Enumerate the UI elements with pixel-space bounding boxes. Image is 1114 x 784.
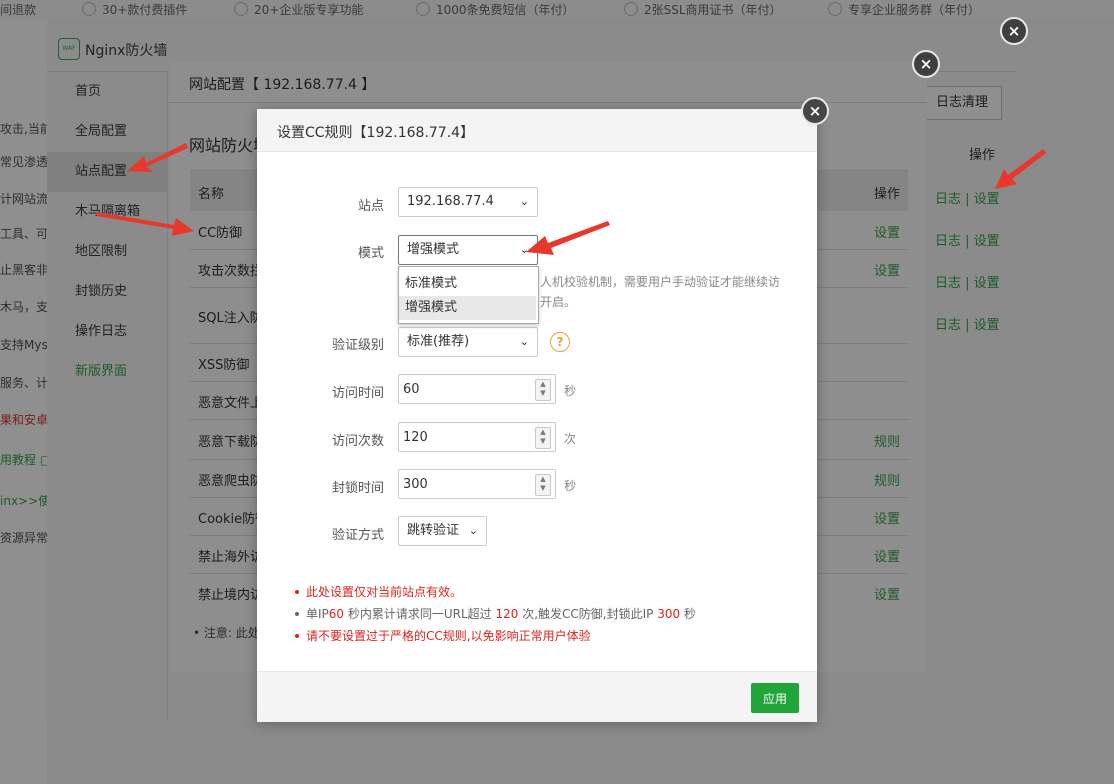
row-op-link[interactable]: 规则 bbox=[874, 431, 900, 450]
bg-text: 支持Mysq bbox=[0, 338, 47, 352]
mode-select[interactable]: 增强模式 ⌄ bbox=[398, 235, 538, 265]
nav-trojan-quarantine[interactable]: 木马隔离箱 bbox=[47, 192, 167, 232]
chevron-down-icon: ⌄ bbox=[519, 243, 529, 256]
bg-link[interactable]: 用教程 ▢ bbox=[0, 451, 47, 468]
promo-item: 专享企业服务群（年付） bbox=[828, 1, 980, 18]
close-site-config-button[interactable]: × bbox=[912, 50, 940, 78]
diamond-icon bbox=[234, 2, 248, 16]
waf-logo-icon: WAF bbox=[58, 38, 80, 60]
service-icon bbox=[828, 2, 842, 16]
row-actions[interactable]: 日志 | 设置 bbox=[935, 314, 1000, 333]
mode-description: 开启。 bbox=[540, 295, 577, 309]
bg-text: 服务、计划 bbox=[0, 376, 47, 390]
col-name: 名称 bbox=[198, 187, 225, 202]
verify-label: 验证方式 bbox=[331, 528, 384, 543]
visit-count-unit: 次 bbox=[564, 432, 577, 446]
bg-text: 止黑客非法 bbox=[0, 263, 47, 277]
nav-home[interactable]: 首页 bbox=[47, 72, 167, 112]
chevron-down-icon: ⌄ bbox=[468, 524, 478, 537]
site-config-title: 网站配置【 192.168.77.4 】 bbox=[189, 77, 376, 93]
row-actions[interactable]: 日志 | 设置 bbox=[935, 230, 1000, 249]
block-time-unit: 秒 bbox=[564, 479, 577, 493]
close-firewall-button[interactable]: × bbox=[1000, 17, 1028, 45]
site-label: 站点 bbox=[357, 199, 384, 214]
promo-item: 间退款 bbox=[0, 3, 37, 17]
stepper-icon[interactable]: ▲ ▼ bbox=[535, 379, 551, 401]
site-config-note: • 注意: 此处 bbox=[193, 626, 260, 640]
row-op-link[interactable]: 设置 bbox=[874, 260, 900, 279]
nav-block-history[interactable]: 封锁历史 bbox=[47, 272, 167, 312]
note-line: 此处设置仅对当前站点有效。 bbox=[295, 581, 462, 603]
visit-count-field[interactable]: ▲▼ bbox=[398, 422, 556, 452]
bg-text: 果和安卓端 bbox=[0, 413, 47, 427]
visit-time-field[interactable]: ▲▼ bbox=[398, 374, 556, 404]
bg-text: 资源异常并 bbox=[0, 531, 47, 545]
firewall-sidebar: 首页 全局配置 站点配置 木马隔离箱 地区限制 封锁历史 操作日志 新版界面 bbox=[47, 72, 168, 720]
row-op-link[interactable]: 设置 bbox=[874, 584, 900, 603]
block-time-input[interactable] bbox=[399, 470, 533, 498]
op-header: 操作 bbox=[969, 148, 996, 163]
background-page: 攻击,当前 常见渗透攻 计网站流量 工具、可 止黑客非法 木马，支持 支持Mys… bbox=[0, 20, 47, 784]
cc-modal-header: 设置CC规则【192.168.77.4】 bbox=[257, 109, 817, 152]
promo-item: 2张SSL商用证书（年付） bbox=[624, 1, 782, 18]
promo-item: 1000条免费短信（年付） bbox=[416, 1, 575, 18]
ssl-icon bbox=[624, 2, 638, 16]
bg-text: 木马，支持 bbox=[0, 300, 47, 314]
note-line: 单IP60 秒内累计请求同一URL超过 120 次,触发CC防御,封锁此IP 3… bbox=[295, 603, 696, 625]
mode-label: 模式 bbox=[357, 246, 384, 261]
bg-text: 常见渗透攻 bbox=[0, 155, 47, 169]
firewall-title: Nginx防火墙 bbox=[85, 43, 168, 59]
row-op-link[interactable]: 设置 bbox=[874, 508, 900, 527]
level-select[interactable]: 标准(推荐) ⌄ bbox=[398, 327, 538, 357]
promo-item: 20+企业版专享功能 bbox=[234, 1, 363, 18]
promo-bar: 间退款 30+款付费插件 20+企业版专享功能 1000条免费短信（年付） 2张… bbox=[0, 0, 1114, 20]
apply-button[interactable]: 应用 bbox=[751, 683, 799, 713]
chevron-down-icon: ⌄ bbox=[519, 195, 529, 208]
verify-select[interactable]: 跳转验证 ⌄ bbox=[398, 516, 487, 546]
log-clean-button[interactable]: 日志清理 bbox=[922, 86, 1002, 120]
row-op-link[interactable]: 设置 bbox=[874, 222, 900, 241]
block-time-label: 封锁时间 bbox=[331, 481, 384, 496]
nav-site-config[interactable]: 站点配置 bbox=[47, 152, 167, 192]
mode-option-enhanced[interactable]: 增强模式 bbox=[399, 296, 536, 320]
bg-link[interactable]: inx>>使 bbox=[0, 492, 47, 509]
visit-time-input[interactable] bbox=[399, 375, 533, 403]
row-op-link[interactable]: 规则 bbox=[874, 470, 900, 489]
mail-icon bbox=[416, 2, 430, 16]
stepper-icon[interactable]: ▲ ▼ bbox=[535, 474, 551, 496]
cc-rule-modal: 设置CC规则【192.168.77.4】 站点 192.168.77.4 ⌄ 模式… bbox=[257, 109, 817, 722]
help-icon[interactable]: ? bbox=[550, 332, 570, 352]
nav-region-limit[interactable]: 地区限制 bbox=[47, 232, 167, 272]
nav-operation-log[interactable]: 操作日志 bbox=[47, 312, 167, 352]
site-select[interactable]: 192.168.77.4 ⌄ bbox=[398, 187, 538, 217]
visit-time-label: 访问时间 bbox=[331, 386, 384, 401]
visit-count-label: 访问次数 bbox=[331, 434, 384, 449]
badge-icon bbox=[82, 2, 96, 16]
row-actions[interactable]: 日志 | 设置 bbox=[935, 188, 1000, 207]
mode-description: 人机校验机制，需要用户手动验证才能继续访 bbox=[540, 275, 781, 289]
nav-global-config[interactable]: 全局配置 bbox=[47, 112, 167, 152]
col-op: 操作 bbox=[874, 187, 901, 202]
cc-modal-title: 设置CC规则【192.168.77.4】 bbox=[277, 125, 475, 141]
stepper-icon[interactable]: ▲ ▼ bbox=[535, 427, 551, 449]
visit-time-unit: 秒 bbox=[564, 384, 577, 398]
note-line: 请不要设置过于严格的CC规则,以免影响正常用户体验 bbox=[295, 625, 591, 647]
chevron-down-icon: ⌄ bbox=[519, 335, 529, 348]
row-op-link[interactable]: 设置 bbox=[874, 546, 900, 565]
cc-modal-footer: 应用 bbox=[257, 671, 817, 722]
close-cc-modal-button[interactable]: × bbox=[801, 97, 829, 125]
mode-option-standard[interactable]: 标准模式 bbox=[399, 272, 536, 296]
block-time-field[interactable]: ▲▼ bbox=[398, 469, 556, 499]
mode-dropdown: 标准模式 增强模式 bbox=[398, 266, 539, 324]
bg-text: 计网站流量 bbox=[0, 192, 47, 206]
bg-text: 工具、可 bbox=[0, 227, 47, 241]
row-actions[interactable]: 日志 | 设置 bbox=[935, 272, 1000, 291]
nav-new-ui[interactable]: 新版界面 bbox=[47, 352, 167, 392]
visit-count-input[interactable] bbox=[399, 423, 533, 451]
promo-item: 30+款付费插件 bbox=[82, 1, 187, 18]
bg-text: 攻击,当前 bbox=[0, 122, 47, 136]
level-label: 验证级别 bbox=[331, 338, 384, 353]
